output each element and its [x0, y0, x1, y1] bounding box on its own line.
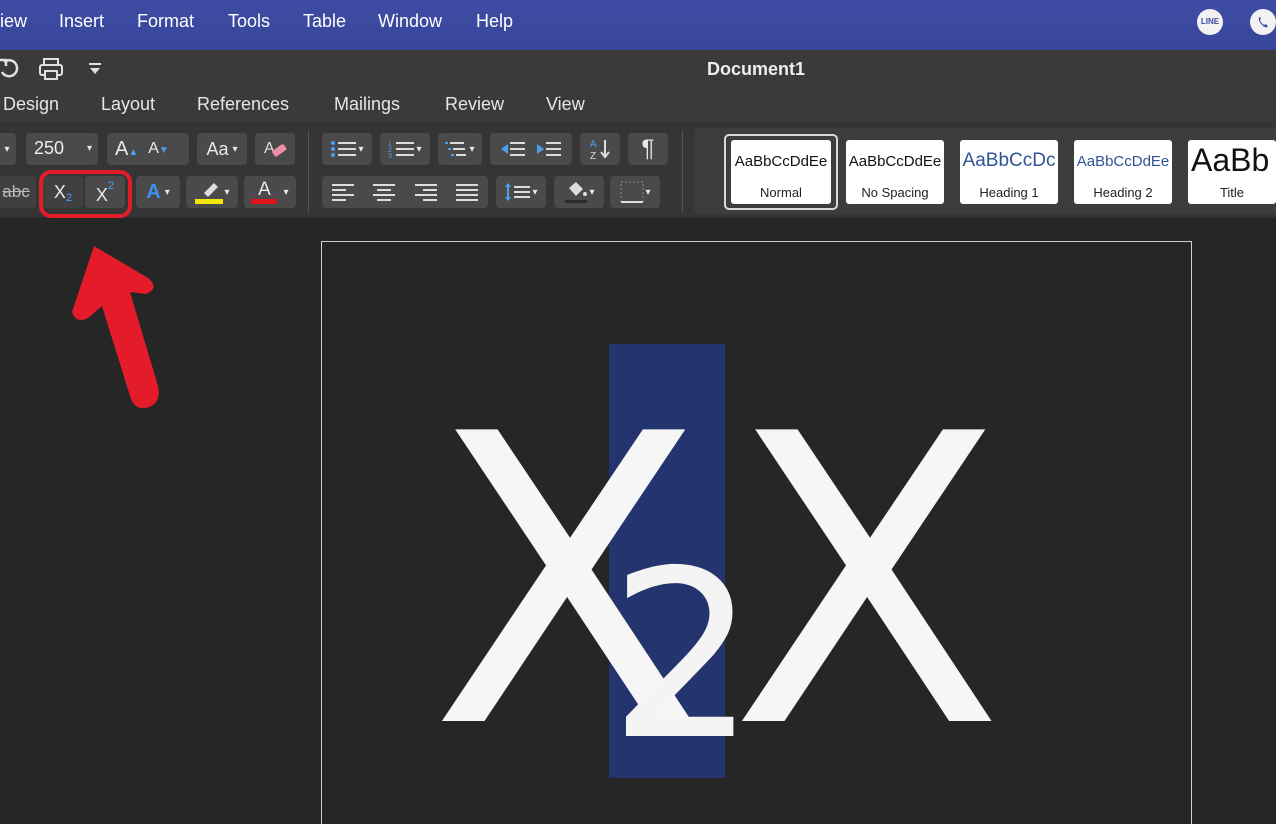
indent-buttons [490, 133, 572, 165]
multilevel-list-button[interactable]: ▾ [438, 133, 482, 165]
numbering-button[interactable]: 123 ▾ [380, 133, 430, 165]
ribbon-separator [682, 130, 683, 212]
shading-button[interactable]: ▾ [554, 176, 604, 208]
tab-layout[interactable]: Layout [101, 94, 155, 115]
style-label: Title [1219, 185, 1245, 200]
borders-icon [620, 181, 644, 203]
strikethrough-button[interactable]: abc [0, 176, 36, 208]
style-heading-1[interactable]: AaBbCcDc Heading 1 [960, 140, 1058, 204]
menu-insert[interactable]: Insert [59, 11, 104, 32]
change-case-button[interactable]: Aa ▾ [197, 133, 247, 165]
increase-indent-icon[interactable] [536, 139, 562, 159]
grow-font-button[interactable]: A▲ [115, 138, 138, 161]
style-normal[interactable]: AaBbCcDdEe Normal [731, 140, 831, 204]
style-label: Heading 2 [1093, 185, 1153, 200]
font-name-dropdown[interactable]: ▾ [0, 133, 16, 165]
style-no-spacing[interactable]: AaBbCcDdEe No Spacing [846, 140, 944, 204]
style-sample: AaBbCcDdEe [734, 153, 828, 170]
strikethrough-label: abc [2, 182, 30, 201]
style-sample: AaBbCcDdEe [1076, 153, 1170, 170]
svg-text:A: A [590, 139, 597, 150]
decrease-indent-icon[interactable] [500, 139, 526, 159]
style-label: Heading 1 [979, 185, 1039, 200]
pilcrow-icon: ¶ [641, 135, 655, 162]
style-sample: AaBbCcDc [962, 150, 1056, 171]
menu-view[interactable]: iew [0, 11, 27, 32]
title-bar: Document1 [0, 50, 1276, 88]
menu-bar: iew Insert Format Tools Table Window Hel… [0, 0, 1276, 50]
line-spacing-icon [505, 183, 531, 201]
text-effects-button[interactable]: A ▾ [136, 176, 180, 208]
numbered-list-icon: 123 [388, 141, 415, 159]
ribbon-separator [308, 130, 309, 212]
bullet-list-icon [331, 141, 357, 157]
align-right-icon[interactable] [414, 183, 437, 201]
viber-app-icon[interactable] [1250, 9, 1276, 35]
highlight-color-button[interactable]: ▾ [186, 176, 238, 208]
svg-text:Z: Z [590, 151, 596, 162]
annotation-highlight-ring [39, 170, 132, 218]
clear-formatting-button[interactable]: A [255, 133, 295, 165]
tab-design[interactable]: Design [3, 94, 59, 115]
style-label: Normal [760, 185, 802, 200]
sort-button[interactable]: AZ [580, 133, 620, 165]
font-size-value: 250 [34, 138, 65, 158]
document-text-subscript-2[interactable]: 2 [609, 540, 757, 772]
line-spacing-button[interactable]: ▾ [496, 176, 546, 208]
shrink-font-button[interactable]: A▼ [148, 140, 169, 158]
tab-references[interactable]: References [197, 94, 289, 115]
change-case-label: Aa [206, 138, 229, 159]
font-size-field[interactable]: 250 ▾ [26, 133, 98, 165]
show-formatting-button[interactable]: ¶ [628, 133, 668, 165]
font-color-swatch [251, 199, 278, 204]
multilevel-list-icon [445, 142, 467, 156]
text-effects-icon: A [146, 180, 161, 203]
ribbon-tabs: Design Layout References Mailings Review… [0, 88, 1276, 122]
tab-review[interactable]: Review [445, 94, 504, 115]
font-color-icon: A [258, 179, 271, 200]
clear-formatting-icon: A [264, 140, 287, 157]
svg-text:A: A [264, 140, 275, 157]
menu-help[interactable]: Help [476, 11, 513, 32]
font-color-button[interactable]: A ▾ [244, 176, 296, 208]
align-center-icon[interactable] [373, 183, 396, 201]
borders-button[interactable]: ▾ [610, 176, 660, 208]
bullets-button[interactable]: ▾ [322, 133, 372, 165]
menu-window[interactable]: Window [378, 11, 442, 32]
style-sample: AaBbCcDdEe [848, 153, 942, 170]
phone-icon [1258, 17, 1268, 28]
document-text-x-right[interactable]: X [730, 384, 1004, 784]
document-title: Document1 [706, 59, 805, 79]
menu-table[interactable]: Table [303, 11, 346, 32]
sort-az-icon: AZ [590, 139, 610, 162]
tab-mailings[interactable]: Mailings [334, 94, 400, 115]
highlighter-icon [195, 183, 224, 204]
style-label: No Spacing [861, 185, 929, 200]
align-left-icon[interactable] [331, 183, 354, 201]
tab-view[interactable]: View [546, 94, 585, 115]
annotation-arrow-icon [72, 246, 159, 409]
justify-icon[interactable] [456, 183, 479, 201]
paint-bucket-icon [565, 182, 588, 203]
style-heading-2[interactable]: AaBbCcDdEe Heading 2 [1074, 140, 1172, 204]
menu-format[interactable]: Format [137, 11, 194, 32]
menu-tools[interactable]: Tools [228, 11, 270, 32]
style-sample: AaBb [1191, 142, 1270, 178]
style-title[interactable]: AaBb Title [1188, 140, 1276, 204]
alignment-group [322, 176, 488, 208]
svg-text:3: 3 [388, 153, 392, 159]
font-size-buttons: A▲ A▼ [107, 133, 189, 165]
line-app-icon[interactable]: LINE [1197, 9, 1223, 35]
